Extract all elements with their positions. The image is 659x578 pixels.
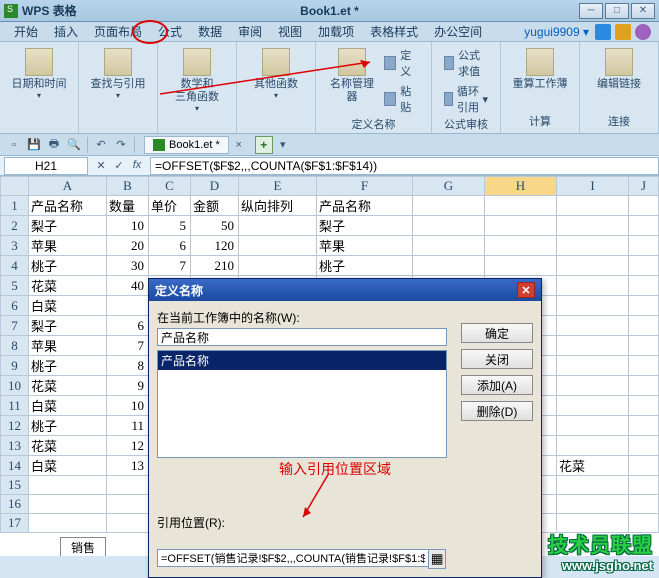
fx-button[interactable]: fx [128,159,146,172]
btn-define-name[interactable]: 定义 [380,46,423,80]
tab-add-button[interactable]: + [255,136,273,154]
btn-circular-ref[interactable]: 循环引用 ▾ [440,82,492,116]
tag-icon [384,56,396,70]
doc-icon [153,139,165,151]
app-title: WPS 表格 [22,2,77,19]
group-label-calc: 计算 [529,113,551,129]
group-label-names: 定义名称 [352,116,396,132]
minimize-button[interactable]: ─ [579,3,603,19]
list-item[interactable]: 产品名称 [158,351,446,370]
menu-review[interactable]: 审阅 [230,21,270,42]
btn-name-manager[interactable]: 名称管理器 [324,46,380,116]
sheet-tab[interactable]: 销售 [60,537,106,556]
menu-insert[interactable]: 插入 [46,21,86,42]
qat-print[interactable]: 🖶 [45,136,63,154]
group-label-conn: 连接 [608,113,630,129]
colhdr-I[interactable]: I [557,177,629,196]
cloud-icon[interactable] [595,24,611,40]
watermark: 技术员联盟 www.jsgho.net [548,529,653,573]
qat-preview[interactable]: 🔍 [65,136,83,154]
group-label-audit: 公式审核 [444,116,488,132]
tab-menu[interactable]: ▾ [274,136,292,154]
btn-otherfn[interactable]: 其他函数▾ [245,46,307,102]
document-tab[interactable]: Book1.et * [144,136,229,154]
qat-new[interactable]: ▫ [5,136,23,154]
close-button[interactable]: ✕ [631,3,655,19]
ref-label: 引用位置(R): [157,514,533,531]
cancel-formula[interactable]: ✕ [92,159,110,172]
ok-button[interactable]: 确定 [461,323,533,343]
ref-picker-button[interactable]: ▦ [428,549,446,569]
colhdr-G[interactable]: G [413,177,485,196]
colhdr-B[interactable]: B [107,177,149,196]
menu-addins[interactable]: 加载项 [310,21,362,42]
qat-undo[interactable]: ↶ [92,136,110,154]
tab-close[interactable]: × [230,136,248,154]
colhdr-H[interactable]: H [485,177,557,196]
user-link[interactable]: yugui9909 ▾ [520,25,593,39]
table-row: 3苹果206120苹果 [1,236,659,256]
dialog-title: 定义名称 [155,282,203,299]
formula-input[interactable] [150,157,659,175]
delete-button[interactable]: 删除(D) [461,401,533,421]
name-input[interactable] [157,328,447,346]
colhdr-F[interactable]: F [317,177,413,196]
maximize-button[interactable]: □ [605,3,629,19]
btn-datetime[interactable]: 日期和时间▾ [8,46,70,102]
qat-save[interactable]: 💾 [25,136,43,154]
badge-icon[interactable] [615,24,631,40]
paste-icon [384,92,396,106]
close-button-dlg[interactable]: 关闭 [461,349,533,369]
doc-title: Book1.et * [300,4,359,18]
name-box[interactable] [4,157,88,175]
menu-office[interactable]: 办公空间 [426,21,490,42]
btn-paste-name[interactable]: 粘贴 [380,82,423,116]
btn-recalc[interactable]: 重算工作薄 [509,46,571,93]
btn-math[interactable]: 数学和 三角函数▾ [166,46,228,115]
app-icon [4,4,18,18]
dialog-close-button[interactable]: ✕ [517,282,535,298]
add-button[interactable]: 添加(A) [461,375,533,395]
menu-formulas[interactable]: 公式 [150,21,190,42]
menu-start[interactable]: 开始 [6,21,46,42]
ref-input[interactable] [157,549,429,567]
menu-pagelayout[interactable]: 页面布局 [86,21,150,42]
btn-lookup[interactable]: 查找与引用▾ [87,46,149,102]
define-name-dialog: 定义名称✕ 在当前工作簿中的名称(W): 产品名称 输入引用位置区域 引用位置(… [148,278,542,578]
table-row: 4桃子307210桃子 [1,256,659,276]
names-list[interactable]: 产品名称 [157,350,447,458]
qat-redo[interactable]: ↷ [112,136,130,154]
colhdr-A[interactable]: A [29,177,107,196]
cycle-icon [444,92,453,106]
btn-editlinks[interactable]: 编辑链接 [588,46,650,93]
btn-eval-formula[interactable]: 公式求值 [440,46,492,80]
colhdr-C[interactable]: C [149,177,191,196]
table-row: 1产品名称数量单价金额纵向排列产品名称 [1,196,659,216]
colhdr-E[interactable]: E [239,177,317,196]
menu-tablestyle[interactable]: 表格样式 [362,21,426,42]
colhdr-D[interactable]: D [191,177,239,196]
annotation-text: 输入引用位置区域 [279,459,391,479]
menu-data[interactable]: 数据 [190,21,230,42]
accept-formula[interactable]: ✓ [110,159,128,172]
colhdr-J[interactable]: J [629,177,659,196]
eval-icon [444,56,454,70]
help-icon[interactable] [635,24,651,40]
table-row: 2梨子10550梨子 [1,216,659,236]
menu-view[interactable]: 视图 [270,21,310,42]
